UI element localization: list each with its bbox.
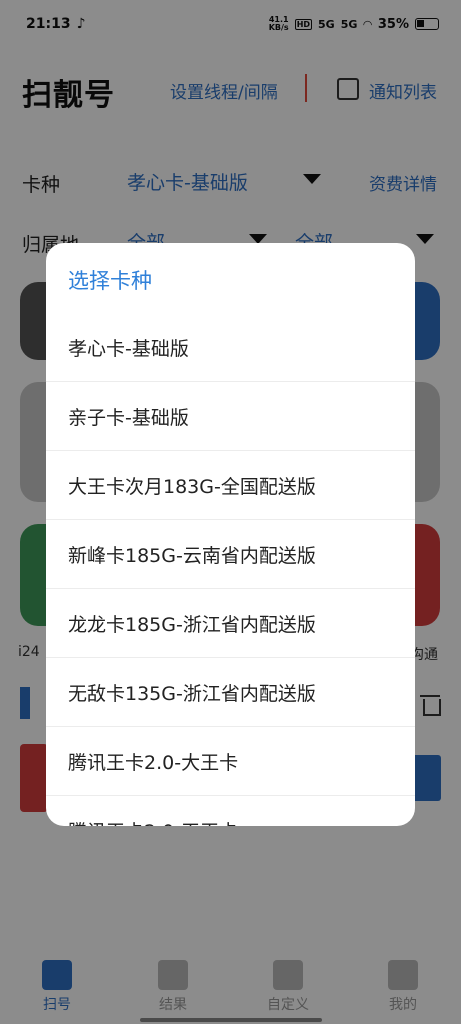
list-item[interactable]: 新峰卡185G-云南省内配送版	[46, 520, 415, 589]
option-list: 孝心卡-基础版 亲子卡-基础版 大王卡次月183G-全国配送版 新峰卡185G-…	[46, 313, 415, 826]
list-item[interactable]: 腾讯王卡2.0-天王卡	[46, 796, 415, 827]
list-item[interactable]: 大王卡次月183G-全国配送版	[46, 451, 415, 520]
list-item[interactable]: 孝心卡-基础版	[46, 313, 415, 382]
list-item[interactable]: 腾讯王卡2.0-大王卡	[46, 727, 415, 796]
card-type-dialog: 选择卡种 孝心卡-基础版 亲子卡-基础版 大王卡次月183G-全国配送版 新峰卡…	[46, 243, 415, 826]
list-item[interactable]: 无敌卡135G-浙江省内配送版	[46, 658, 415, 727]
list-item[interactable]: 亲子卡-基础版	[46, 382, 415, 451]
dialog-title: 选择卡种	[68, 269, 152, 293]
list-item[interactable]: 龙龙卡185G-浙江省内配送版	[46, 589, 415, 658]
